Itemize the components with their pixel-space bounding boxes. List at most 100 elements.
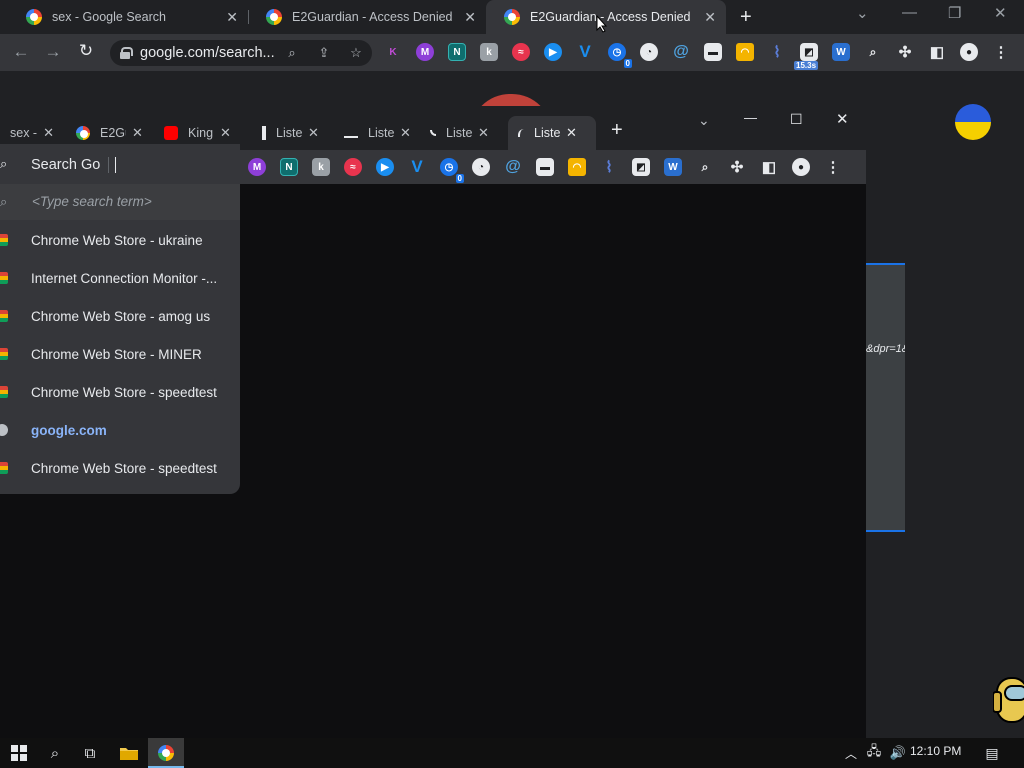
taskbar-clock[interactable]: 12:10 PM — [910, 744, 961, 758]
volume-icon[interactable]: 🔊 — [887, 743, 909, 763]
close-tab-icon[interactable]: ✕ — [43, 125, 54, 141]
suggestion-item[interactable]: Chrome Web Store - speedtest — [0, 449, 240, 487]
file-explorer-icon[interactable] — [118, 743, 140, 763]
close-tab-icon[interactable]: ✕ — [704, 9, 716, 26]
google-favicon — [76, 126, 90, 140]
new-tab-button[interactable]: + — [611, 119, 623, 142]
red-extension-icon[interactable]: ≈ — [512, 43, 530, 61]
w-extension-icon[interactable]: W — [664, 158, 682, 176]
restore-button[interactable]: ❐ — [948, 4, 961, 22]
extensions-puzzle-icon[interactable]: ✣ — [728, 158, 746, 176]
window-extension-icon[interactable]: ▬ — [704, 43, 722, 61]
orange-extension-icon[interactable]: ◠ — [736, 43, 754, 61]
timer-extension-icon[interactable]: ◩ — [632, 158, 650, 176]
youtube-favicon — [164, 126, 178, 140]
inner-tab-5[interactable]: Liste ✕ — [344, 116, 414, 150]
gray-extension-icon[interactable]: k — [312, 158, 330, 176]
speedometer-extension-icon[interactable]: ◔ — [472, 158, 490, 176]
window-extension-icon[interactable]: ▬ — [536, 158, 554, 176]
suggestion-item[interactable]: Chrome Web Store - amog us — [0, 297, 240, 335]
orange-extension-icon[interactable]: ◠ — [568, 158, 586, 176]
outer-extensions-bar: K M N k ≈ ▶ V ◷ 0 ◔ @ ▬ ◠ ⌇ ◩ 15.3s W ⌕ ✣ … — [384, 42, 1010, 70]
tray-chevron-up-icon[interactable]: ︿ — [840, 743, 862, 763]
tab-title: Liste — [534, 126, 560, 140]
timer-extension-icon[interactable]: ◩ 15.3s — [794, 43, 819, 70]
swirl-extension-icon[interactable]: @ — [504, 158, 522, 176]
search-icon[interactable]: ⌕ — [44, 743, 66, 763]
pulse-extension-icon[interactable]: ⌇ — [768, 43, 786, 61]
n-extension-icon[interactable]: N — [448, 43, 466, 61]
inner-tab-7-active[interactable]: Liste ✕ — [508, 116, 596, 150]
gray-extension-icon[interactable]: k — [480, 43, 498, 61]
vimeo-extension-icon[interactable]: V — [576, 42, 594, 61]
address-bar-url[interactable]: google.com/search... — [140, 45, 276, 61]
search-extension-icon[interactable]: ⌕ — [864, 43, 882, 61]
close-tab-icon[interactable]: ✕ — [464, 9, 476, 26]
search-extension-icon[interactable]: ⌕ — [696, 158, 714, 176]
outer-tab-e2guardian-1[interactable]: E2Guardian - Access Denied ✕ — [248, 0, 486, 34]
tab-search-chevron-icon[interactable]: ⌄ — [856, 4, 869, 22]
suggestion-item[interactable]: Chrome Web Store - speedtest — [0, 373, 240, 411]
zoom-icon[interactable]: ⌕ — [276, 45, 308, 61]
blue-play-extension-icon[interactable]: ▶ — [376, 158, 394, 176]
side-panel-icon[interactable]: ◧ — [760, 158, 778, 176]
vimeo-extension-icon[interactable]: V — [408, 157, 426, 176]
chrome-web-store-icon — [0, 272, 8, 284]
inner-tab-4[interactable]: Liste ✕ — [262, 116, 326, 150]
extensions-puzzle-icon[interactable]: ✣ — [896, 43, 914, 61]
omnibox-search-row[interactable]: ⌕ Search Go — [0, 149, 240, 181]
w-extension-icon[interactable]: W — [832, 43, 850, 61]
close-window-button[interactable]: ✕ — [836, 110, 849, 128]
suggestion-item[interactable]: Chrome Web Store - MINER — [0, 335, 240, 373]
side-panel-icon[interactable]: ◧ — [928, 43, 946, 61]
red-extension-icon[interactable]: ≈ — [344, 158, 362, 176]
close-tab-icon[interactable]: ✕ — [220, 125, 231, 141]
close-tab-icon[interactable]: ✕ — [226, 9, 238, 26]
back-button[interactable]: ← — [8, 42, 34, 62]
close-tab-icon[interactable]: ✕ — [400, 125, 411, 141]
reload-button[interactable]: ↻ — [73, 41, 99, 61]
pulse-extension-icon[interactable]: ⌇ — [600, 158, 618, 176]
close-tab-icon[interactable]: ✕ — [132, 125, 143, 141]
profile-avatar-icon[interactable]: ● — [792, 158, 810, 176]
speed-extension-icon[interactable]: ◷ 0 — [608, 43, 632, 68]
close-window-button[interactable]: ✕ — [994, 4, 1007, 22]
tab-search-chevron-icon[interactable]: ⌄ — [698, 112, 710, 129]
n-extension-icon[interactable]: N — [280, 158, 298, 176]
network-icon[interactable]: 🖧 — [863, 743, 885, 763]
suggestion-item[interactable]: Chrome Web Store - ukraine — [0, 221, 240, 259]
menu-kebab-icon[interactable]: ⋮ — [992, 43, 1010, 61]
bookmark-star-icon[interactable]: ☆ — [340, 45, 372, 61]
minimize-button[interactable]: — — [902, 4, 917, 21]
share-icon[interactable]: ⇪ — [308, 45, 340, 61]
swirl-extension-icon[interactable]: @ — [672, 43, 690, 61]
forward-button[interactable]: → — [40, 42, 66, 62]
menu-kebab-icon[interactable]: ⋮ — [824, 158, 842, 176]
speedometer-extension-icon[interactable]: ◔ — [640, 43, 658, 61]
windows-start-icon[interactable] — [8, 743, 30, 763]
new-tab-button[interactable]: + — [740, 6, 752, 29]
notification-center-icon[interactable]: ▤ — [981, 743, 1003, 763]
suggestion-item[interactable]: google.com — [0, 411, 240, 449]
loading-favicon — [262, 126, 266, 140]
ukraine-flag-avatar[interactable] — [955, 104, 991, 140]
maximize-button[interactable]: ☐ — [790, 111, 803, 128]
search-engine-label: Search Go — [31, 157, 101, 173]
search-icon: ⌕ — [0, 156, 8, 171]
k-extension-icon[interactable]: K — [384, 43, 402, 61]
address-bar[interactable]: google.com/search... ⌕ ⇪ ☆ — [110, 40, 372, 66]
close-tab-icon[interactable]: ✕ — [566, 125, 577, 141]
purple-extension-icon[interactable]: M — [248, 158, 266, 176]
inner-tab-6[interactable]: Liste ✕ — [430, 116, 502, 150]
task-view-icon[interactable]: ⧉ — [79, 743, 101, 763]
profile-avatar-icon[interactable]: ● — [960, 43, 978, 61]
loading-favicon — [430, 130, 436, 136]
purple-extension-icon[interactable]: M — [416, 43, 434, 61]
blue-play-extension-icon[interactable]: ▶ — [544, 43, 562, 61]
minimize-button[interactable]: — — [744, 110, 757, 125]
speed-extension-icon[interactable]: ◷ 0 — [440, 158, 464, 183]
close-tab-icon[interactable]: ✕ — [308, 125, 319, 141]
suggestion-item[interactable]: Internet Connection Monitor -... — [0, 259, 240, 297]
outer-tab-google-search[interactable]: sex - Google Search ✕ — [8, 0, 248, 34]
close-tab-icon[interactable]: ✕ — [478, 125, 489, 141]
